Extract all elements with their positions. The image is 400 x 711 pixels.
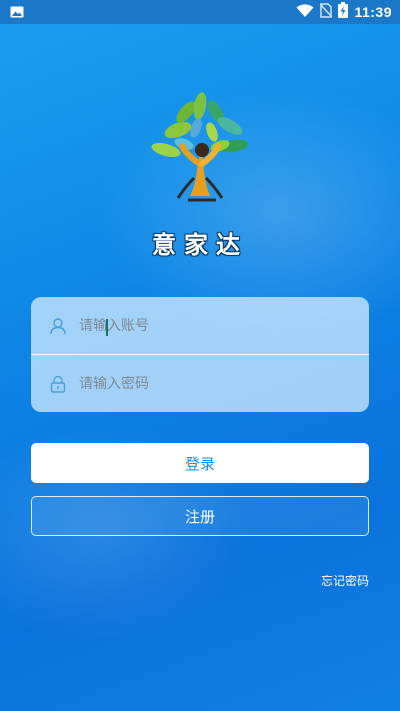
- user-icon: [49, 317, 67, 335]
- lock-icon: [49, 375, 67, 393]
- text-cursor: [106, 319, 108, 336]
- no-sim-icon: [319, 2, 334, 22]
- login-card: [31, 297, 369, 412]
- status-bar: 11:39: [0, 0, 400, 24]
- login-button[interactable]: 登录: [31, 443, 369, 483]
- password-input[interactable]: [77, 374, 369, 393]
- status-time: 11:39: [354, 4, 392, 20]
- wifi-icon: [296, 3, 314, 22]
- account-row: [31, 297, 369, 354]
- image-icon: [10, 3, 24, 22]
- tree-person-logo: [138, 88, 262, 210]
- status-right: 11:39: [296, 2, 392, 22]
- status-left: [10, 3, 24, 22]
- account-input[interactable]: [77, 316, 369, 335]
- forgot-password-link[interactable]: 忘记密码: [321, 572, 369, 589]
- password-row: [31, 355, 369, 412]
- app-title: 意家达: [152, 231, 248, 259]
- register-button[interactable]: 注册: [31, 496, 369, 536]
- battery-charging-icon: [338, 2, 349, 22]
